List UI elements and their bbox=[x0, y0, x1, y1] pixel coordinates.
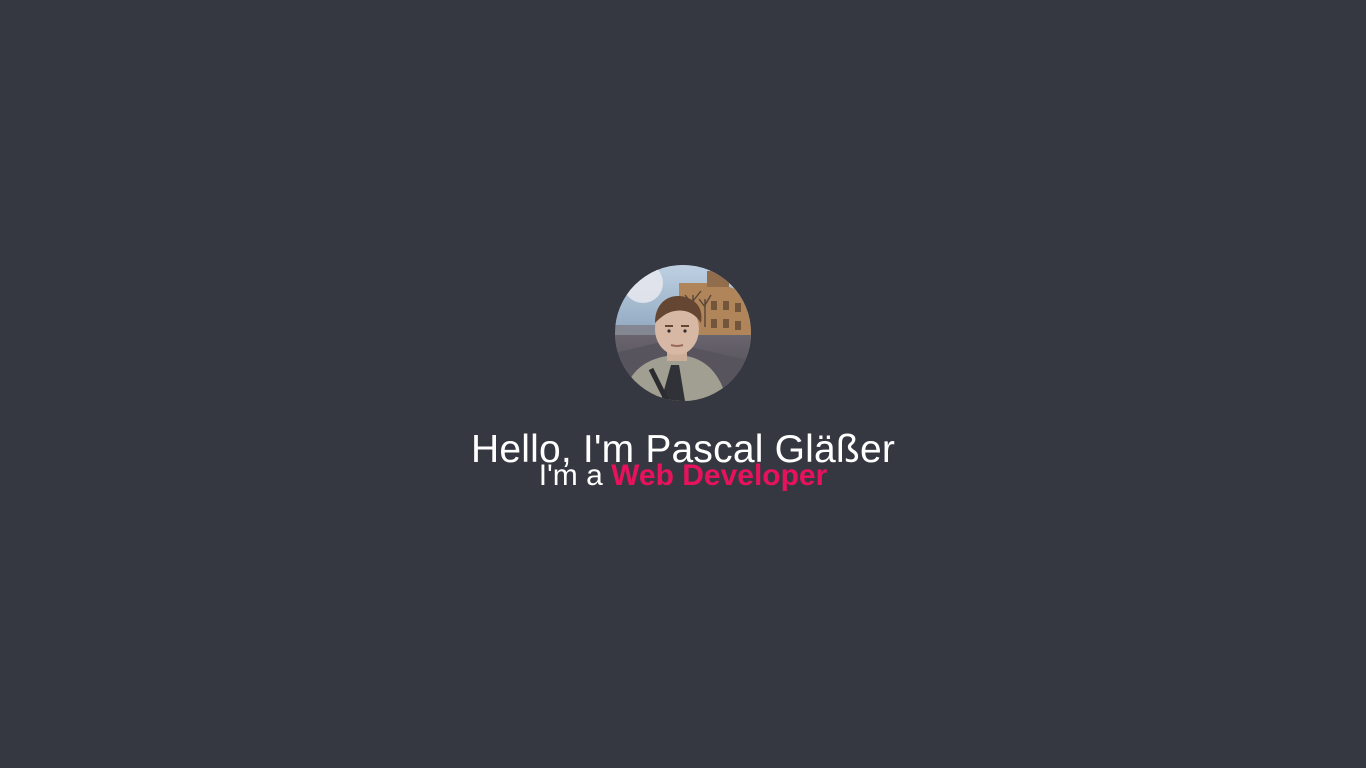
hero-section: Hello, I'm Pascal Gläßer I'm a Web Devel… bbox=[0, 0, 1366, 768]
avatar bbox=[615, 265, 751, 401]
role-tagline: I'm a Web Developer bbox=[0, 457, 1366, 495]
avatar-photo bbox=[615, 265, 751, 401]
role-prefix: I'm a bbox=[538, 459, 612, 492]
role-highlight: Web Developer bbox=[611, 459, 828, 492]
